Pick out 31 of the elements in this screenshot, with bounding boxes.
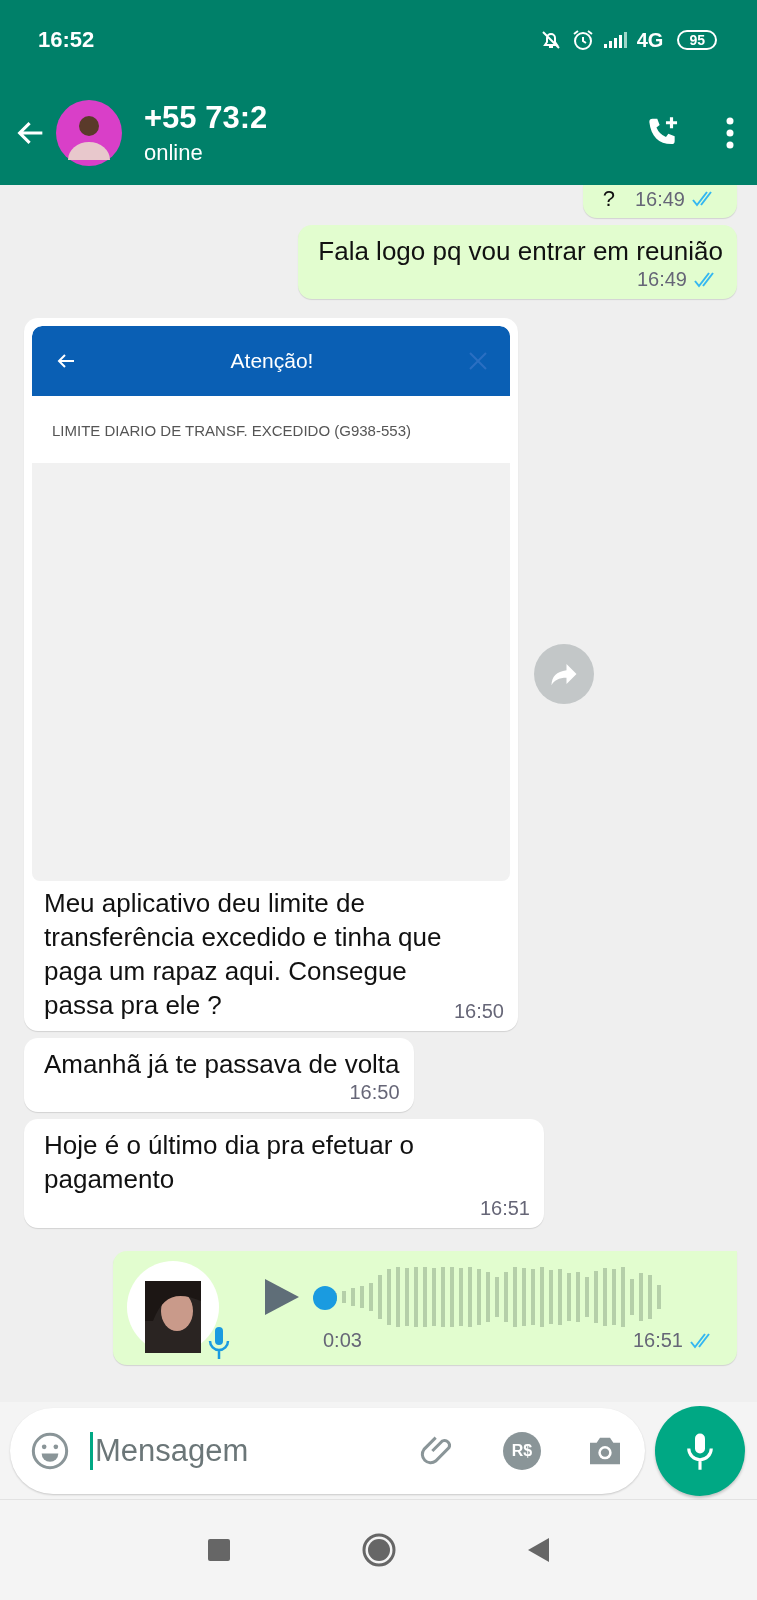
home-icon[interactable] [360,1532,397,1568]
message-time: 16:49 [634,187,685,211]
progress-thumb[interactable] [313,1286,337,1311]
audio-duration: 0:03 [323,1329,362,1353]
message-time: 16:51 [632,1329,683,1353]
message-text: ? [602,185,615,213]
message-text: Hoje é o último dia pra efetuar o pagamento [44,1130,414,1195]
network-label: 4G [636,28,664,52]
contact-name[interactable]: +55 73:2 [144,99,635,136]
screenshot[interactable]: Atenção! LIMITE DIARIO DE TRANSF. EXCEDIDO (G938-553) [32,326,510,882]
microphone-icon [207,1324,231,1361]
battery-indicator: 95 [677,30,717,50]
play-icon[interactable] [263,1277,301,1318]
emoji-icon[interactable] [30,1430,70,1471]
message-time: 16:49 [636,268,687,292]
signal-icon [602,30,629,50]
payment-button[interactable]: R$ [503,1431,541,1470]
message-text: Meu aplicativo deu limite de transferência excedido e tinha que paga um rapaz aqui. Consegue passa pra ele ? [44,887,443,1022]
message-time: 16:50 [349,1081,400,1105]
contact-status: online [144,139,204,166]
avatar[interactable] [56,99,122,166]
back-icon[interactable] [526,1537,551,1563]
screen-title: Atenção! [230,349,314,374]
message-time: 16:51 [479,1196,530,1220]
more-options-icon[interactable] [725,115,735,150]
recent-apps-icon[interactable] [206,1538,231,1562]
message-time: 16:50 [453,999,504,1023]
message-text: Amanhã já te passava de volta [44,1048,400,1079]
clock-time: 16:52 [38,27,95,53]
message-text: Fala logo pq vou entrar em reunião [318,235,723,266]
screen-message: LIMITE DIARIO DE TRANSF. EXCEDIDO (G938-553) [51,421,412,442]
